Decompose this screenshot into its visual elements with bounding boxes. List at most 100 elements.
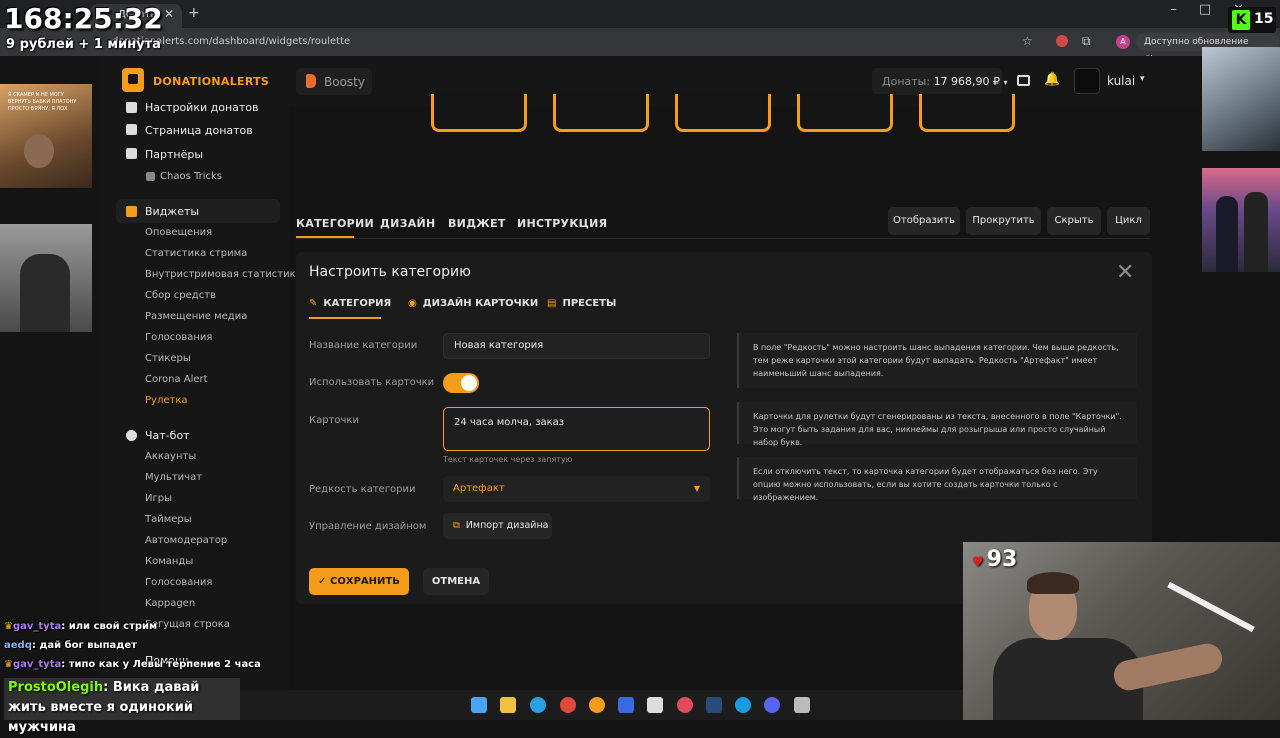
balance-dropdown[interactable]: Донаты: 17 968,90 ₽ ▾	[872, 68, 1008, 95]
donationalerts-logo-icon[interactable]	[122, 68, 144, 92]
avatar[interactable]	[1074, 68, 1100, 94]
chevron-down-icon: ▼	[693, 484, 700, 493]
sidebar-item-partners[interactable]: Партнёры	[145, 148, 203, 161]
roulette-card	[431, 94, 527, 132]
sidebar-item-widget[interactable]: Corona Alert	[145, 374, 208, 385]
app-icon[interactable]	[647, 697, 663, 713]
chat-message: aedq: дай бог выпадет	[4, 640, 137, 651]
sidebar-item-widget[interactable]: Внутристримовая статистика	[145, 269, 302, 280]
balance-label: Донаты:	[882, 75, 931, 88]
chat-message: ♛gav_tyta: типо как у Левы терпение 2 ча…	[4, 659, 261, 670]
sidebar-item-donate-page[interactable]: Страница донатов	[145, 124, 253, 137]
cards-textarea[interactable]: 24 часа молча, заказ	[443, 407, 710, 451]
username[interactable]: kulai	[1107, 74, 1135, 88]
app-icon[interactable]	[589, 697, 605, 713]
webcam-image: Я СКАМЕР И НЕ МОГУ ВЕРНУТЬ БАБКИ ПЛАТОНУ…	[0, 84, 92, 188]
edge-icon[interactable]	[735, 697, 751, 713]
partners-icon	[126, 148, 137, 159]
spin-button[interactable]: Прокрутить	[966, 207, 1041, 235]
browser-tab-bar: Донаты — Donation ✕ + –□✕	[0, 0, 1280, 28]
import-design-button[interactable]: ⧉ Импорт дизайна	[443, 513, 552, 539]
sidebar-item-widget[interactable]: Стикеры	[145, 353, 191, 364]
extensions-puzzle-icon[interactable]: ⧉	[1082, 34, 1091, 49]
cancel-button[interactable]: ОТМЕНА	[423, 568, 489, 595]
tab-category[interactable]: ✎ КАТЕГОРИЯ	[309, 298, 391, 309]
tabs-divider	[296, 238, 1150, 239]
sidebar-item-widget[interactable]: Размещение медиа	[145, 311, 247, 322]
address-bar[interactable]: donationalerts.com/dashboard/widgets/rou…	[0, 28, 1280, 65]
sidebar-item-donate-settings[interactable]: Настройки донатов	[145, 101, 259, 114]
sidebar-item-widget[interactable]: Голосования	[145, 332, 212, 343]
hide-button[interactable]: Скрыть	[1047, 207, 1101, 235]
sidebar-item-chatbot-sub[interactable]: Kappagen	[145, 598, 195, 609]
sidebar-item-chatbot-sub[interactable]: Бегущая строка	[145, 619, 230, 630]
panel-title: Настроить категорию	[309, 264, 471, 280]
design-management-label: Управление дизайном	[309, 521, 427, 532]
bookmark-star-icon[interactable]: ☆	[1022, 34, 1033, 48]
chrome-icon[interactable]	[560, 697, 576, 713]
sidebar-item-chatbot-sub[interactable]: Аккаунты	[145, 451, 196, 462]
settings-icon	[126, 102, 137, 113]
sidebar-item-widget[interactable]: Сбор средств	[145, 290, 216, 301]
sidebar-item-chaos-tricks[interactable]: Chaos Tricks	[160, 171, 222, 182]
sidebar-item-chatbot-sub[interactable]: Таймеры	[145, 514, 192, 525]
use-cards-label: Использовать карточки	[309, 377, 435, 388]
tab-instruction[interactable]: ИНСТРУКЦИЯ	[517, 217, 607, 230]
news-icon[interactable]	[1017, 75, 1030, 86]
tab-close-icon[interactable]: ✕	[164, 7, 174, 21]
telegram-icon[interactable]	[530, 697, 546, 713]
webcam-image	[1202, 168, 1280, 272]
steam-icon[interactable]	[706, 697, 722, 713]
discord-icon[interactable]	[764, 697, 780, 713]
sidebar-item-chatbot-sub[interactable]: Голосования	[145, 577, 212, 588]
chat-user: ProstoOlegih	[8, 680, 104, 695]
use-cards-toggle[interactable]	[443, 373, 479, 393]
chat-text: типо как у Левы терпение 2 часа	[68, 659, 261, 670]
extension-icon[interactable]	[1056, 35, 1068, 47]
sidebar-item-chatbot[interactable]: Чат-бот	[145, 429, 190, 442]
balance-value: 17 968,90 ₽	[933, 75, 1001, 88]
calculator-icon[interactable]	[794, 697, 810, 713]
boosty-button[interactable]: Boosty	[296, 68, 372, 95]
roulette-card	[553, 94, 649, 132]
category-name-input[interactable]: Новая категория	[443, 333, 710, 359]
boosty-label: Boosty	[324, 75, 365, 89]
sidebar-item-chatbot-sub[interactable]: Мультичат	[145, 472, 202, 483]
list-icon: ▤	[547, 298, 557, 309]
active-tab-indicator	[309, 317, 381, 319]
bell-icon[interactable]: 🔔	[1044, 72, 1060, 87]
tab-widget[interactable]: ВИДЖЕТ	[448, 217, 506, 230]
close-icon[interactable]: ✕	[1116, 262, 1134, 284]
page-icon	[126, 124, 137, 135]
roulette-card	[919, 94, 1015, 132]
profile-avatar[interactable]: A	[1116, 35, 1130, 49]
roulette-card	[797, 94, 893, 132]
sidebar-item-widget[interactable]: Статистика стрима	[145, 248, 247, 259]
chat-user: gav_tyta	[12, 621, 62, 632]
explorer-icon[interactable]	[500, 697, 516, 713]
sidebar-item-chatbot-sub[interactable]: Игры	[145, 493, 172, 504]
tab-presets[interactable]: ▤ ПРЕСЕТЫ	[547, 298, 616, 309]
app-icon[interactable]	[677, 697, 693, 713]
cam-caption: Я СКАМЕР И НЕ МОГУ ВЕРНУТЬ БАБКИ ПЛАТОНУ…	[8, 92, 77, 112]
cards-hint: Текст карточек через запятую	[443, 455, 573, 464]
start-icon[interactable]	[471, 697, 487, 713]
rarity-select[interactable]: Артефакт ▼	[443, 476, 710, 502]
sidebar-item-widgets[interactable]: Виджеты	[145, 205, 199, 218]
sidebar-item-chatbot-sub[interactable]: Автомодератор	[145, 535, 227, 546]
chart-app-icon[interactable]	[618, 697, 634, 713]
sidebar-item-chatbot-sub[interactable]: Команды	[145, 556, 193, 567]
chevron-down-icon[interactable]: ▾	[1140, 74, 1145, 84]
cycle-button[interactable]: Цикл	[1107, 207, 1150, 235]
subathon-timer: 168:25:32	[4, 2, 163, 35]
crown-icon: ♛	[4, 659, 13, 670]
show-button[interactable]: Отобразить	[888, 207, 960, 235]
sidebar-item-widget[interactable]: Оповещения	[145, 227, 212, 238]
new-tab-icon[interactable]: +	[188, 5, 200, 21]
tab-card-design[interactable]: ◉ ДИЗАЙН КАРТОЧКИ	[408, 298, 538, 309]
tab-design[interactable]: ДИЗАЙН	[380, 217, 436, 230]
logo-text[interactable]: DONATIONALERTS	[153, 75, 269, 88]
sidebar-item-roulette[interactable]: Рулетка	[145, 395, 188, 406]
save-button[interactable]: ✓ СОХРАНИТЬ	[309, 568, 409, 595]
tab-categories[interactable]: КАТЕГОРИИ	[296, 217, 374, 230]
